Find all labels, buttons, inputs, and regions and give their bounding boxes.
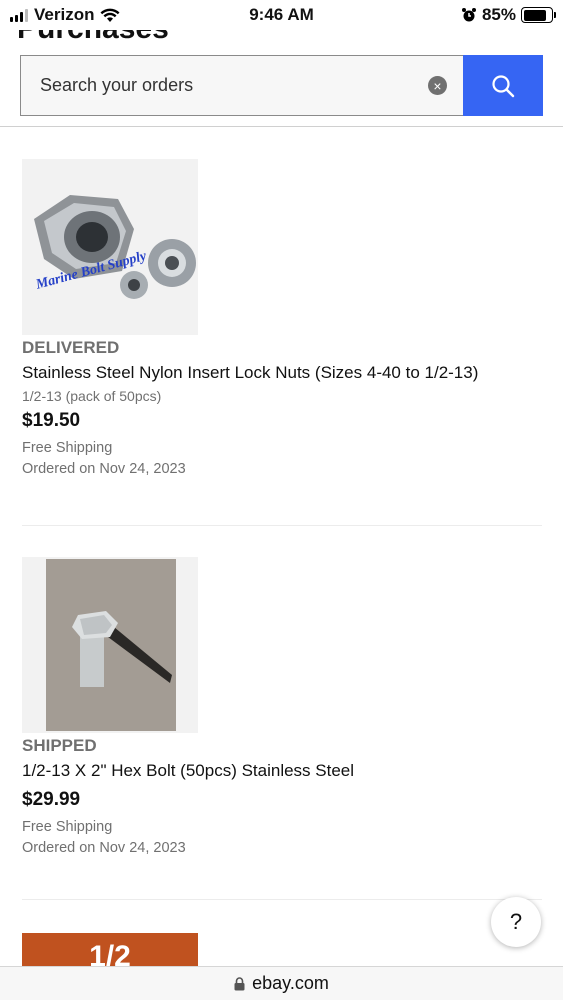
order-title[interactable]: Stainless Steel Nylon Insert Lock Nuts (… bbox=[22, 360, 542, 385]
divider bbox=[22, 899, 542, 900]
status-bar: Verizon 9:46 AM 85% bbox=[0, 0, 563, 30]
help-button[interactable]: ? bbox=[491, 897, 541, 947]
order-item[interactable]: SHIPPED 1/2-13 X 2" Hex Bolt (50pcs) Sta… bbox=[22, 557, 542, 856]
order-shipping: Free Shipping bbox=[22, 440, 113, 456]
order-date: Ordered on Nov 24, 2023 bbox=[22, 461, 186, 477]
order-status: SHIPPED bbox=[22, 736, 97, 755]
order-shipping: Free Shipping bbox=[22, 819, 113, 835]
clear-icon[interactable]: × bbox=[428, 76, 447, 95]
search-input[interactable] bbox=[21, 75, 428, 96]
order-date: Ordered on Nov 24, 2023 bbox=[22, 840, 186, 856]
status-right: 85% bbox=[461, 5, 556, 25]
lock-nut-image: Marine Bolt Supply bbox=[22, 159, 198, 335]
product-image[interactable]: Marine Bolt Supply bbox=[22, 159, 198, 335]
battery-icon bbox=[521, 7, 556, 23]
order-price: $19.50 bbox=[22, 410, 81, 431]
url-bar[interactable]: ebay.com bbox=[0, 966, 563, 1000]
order-status: DELIVERED bbox=[22, 338, 120, 357]
search-icon bbox=[492, 74, 515, 97]
lock-icon bbox=[234, 976, 245, 990]
product-image[interactable] bbox=[22, 557, 198, 733]
search-button[interactable] bbox=[463, 55, 543, 116]
order-variant: 1/2-13 (pack of 50pcs) bbox=[22, 388, 162, 404]
order-price: $29.99 bbox=[22, 789, 81, 810]
search-box: × bbox=[20, 55, 463, 116]
alarm-icon bbox=[461, 8, 476, 22]
order-item[interactable]: Marine Bolt Supply DELIVERED Stainless S… bbox=[22, 159, 542, 477]
hex-bolt-image bbox=[22, 557, 198, 733]
battery-percent: 85% bbox=[481, 5, 516, 24]
divider bbox=[22, 525, 542, 526]
url-domain: ebay.com bbox=[252, 973, 329, 993]
divider bbox=[0, 126, 563, 127]
search-bar: × bbox=[20, 55, 543, 116]
order-title[interactable]: 1/2-13 X 2" Hex Bolt (50pcs) Stainless S… bbox=[22, 758, 542, 783]
